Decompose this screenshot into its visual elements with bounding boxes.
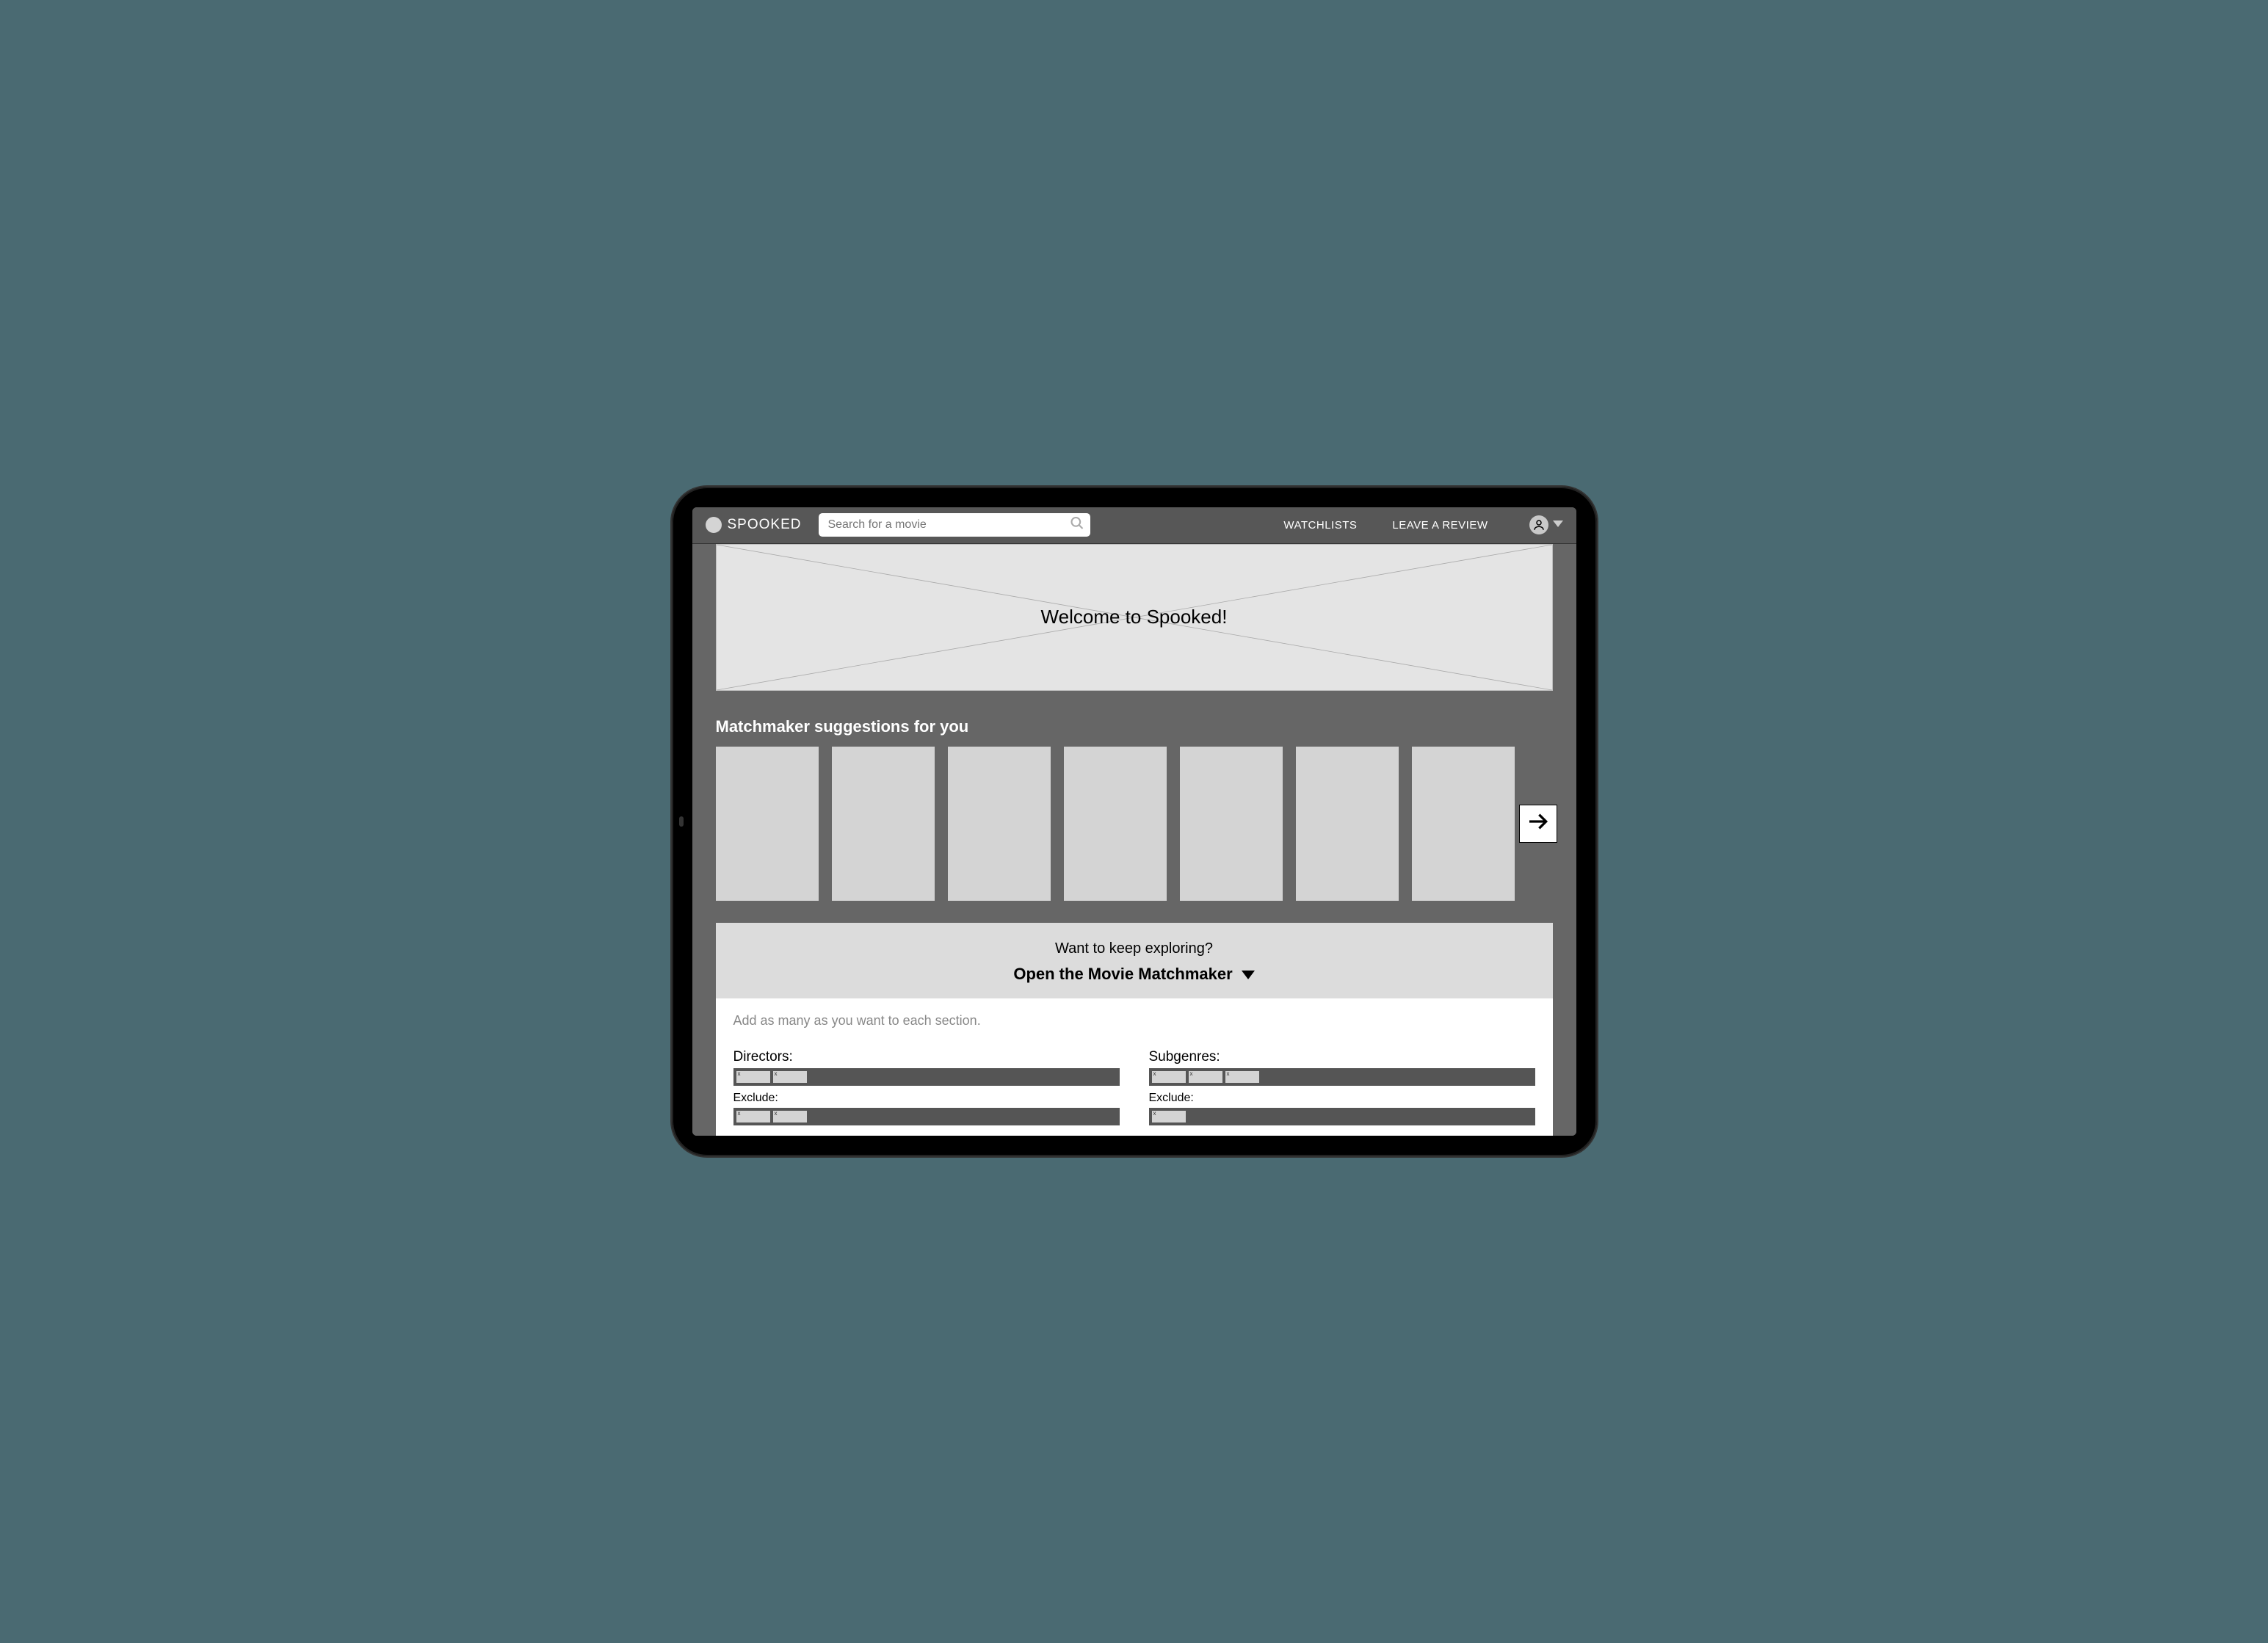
include-tag-bar[interactable]	[1149, 1068, 1535, 1086]
exclude-tag-bar[interactable]	[733, 1108, 1120, 1125]
matchmaker-column-label: Subgenres:	[1149, 1049, 1535, 1065]
tag-chip[interactable]	[1225, 1071, 1259, 1083]
matchmaker-column-label: Directors:	[733, 1049, 1120, 1065]
brand-logo-icon	[706, 517, 722, 533]
tag-chip[interactable]	[1189, 1071, 1222, 1083]
tag-chip[interactable]	[736, 1111, 770, 1122]
nav-leave-review[interactable]: LEAVE A REVIEW	[1392, 519, 1488, 532]
matchmaker-column: Directors: Exclude:	[733, 1049, 1120, 1131]
exclude-tag-bar[interactable]	[1149, 1108, 1535, 1125]
carousel-next-button[interactable]	[1519, 805, 1557, 843]
suggestion-card[interactable]	[832, 747, 935, 901]
avatar-icon	[1529, 515, 1548, 534]
open-matchmaker-toggle[interactable]: Open the Movie Matchmaker	[1013, 965, 1254, 984]
tag-chip[interactable]	[773, 1071, 807, 1083]
suggestion-card[interactable]	[1296, 747, 1399, 901]
search-container	[819, 513, 1090, 537]
suggestion-card[interactable]	[1180, 747, 1283, 901]
matchmaker-hint: Add as many as you want to each section.	[733, 1013, 1535, 1029]
suggestions-carousel	[716, 747, 1553, 901]
tablet-frame: SPOOKED WATCHLISTS LEAVE A REVIEW	[672, 487, 1597, 1157]
tag-chip[interactable]	[1152, 1111, 1186, 1122]
search-icon	[1070, 516, 1084, 534]
matchmaker-column: Subgenres: Exclude:	[1149, 1049, 1535, 1131]
brand-name: SPOOKED	[728, 517, 802, 533]
brand[interactable]: SPOOKED	[706, 517, 802, 533]
exclude-label: Exclude:	[733, 1092, 1120, 1105]
topbar: SPOOKED WATCHLISTS LEAVE A REVIEW	[692, 507, 1576, 544]
tag-chip[interactable]	[736, 1071, 770, 1083]
exclude-label: Exclude:	[1149, 1092, 1535, 1105]
suggestion-card[interactable]	[1064, 747, 1167, 901]
hero-title: Welcome to Spooked!	[1041, 606, 1228, 628]
chevron-down-icon	[1242, 965, 1255, 984]
arrow-right-icon	[1526, 810, 1550, 837]
content-scroll[interactable]: Welcome to Spooked! Matchmaker suggestio…	[692, 544, 1576, 1136]
explore-subtitle: Want to keep exploring?	[716, 940, 1553, 957]
suggestion-card[interactable]	[716, 747, 819, 901]
search-input[interactable]	[819, 513, 1090, 537]
account-menu[interactable]	[1529, 515, 1563, 534]
include-tag-bar[interactable]	[733, 1068, 1120, 1086]
tablet-sensor	[679, 816, 684, 827]
suggestions-heading: Matchmaker suggestions for you	[716, 717, 1553, 736]
matchmaker-panel: Add as many as you want to each section.…	[716, 998, 1553, 1136]
tag-chip[interactable]	[1152, 1071, 1186, 1083]
explore-panel: Want to keep exploring? Open the Movie M…	[716, 923, 1553, 998]
nav-watchlists[interactable]: WATCHLISTS	[1283, 519, 1357, 532]
chevron-down-icon	[1553, 518, 1563, 532]
app-screen: SPOOKED WATCHLISTS LEAVE A REVIEW	[692, 507, 1576, 1136]
suggestion-card[interactable]	[1412, 747, 1515, 901]
open-matchmaker-label: Open the Movie Matchmaker	[1013, 965, 1232, 984]
tag-chip[interactable]	[773, 1111, 807, 1122]
hero-banner: Welcome to Spooked!	[716, 544, 1553, 691]
suggestion-card[interactable]	[948, 747, 1051, 901]
